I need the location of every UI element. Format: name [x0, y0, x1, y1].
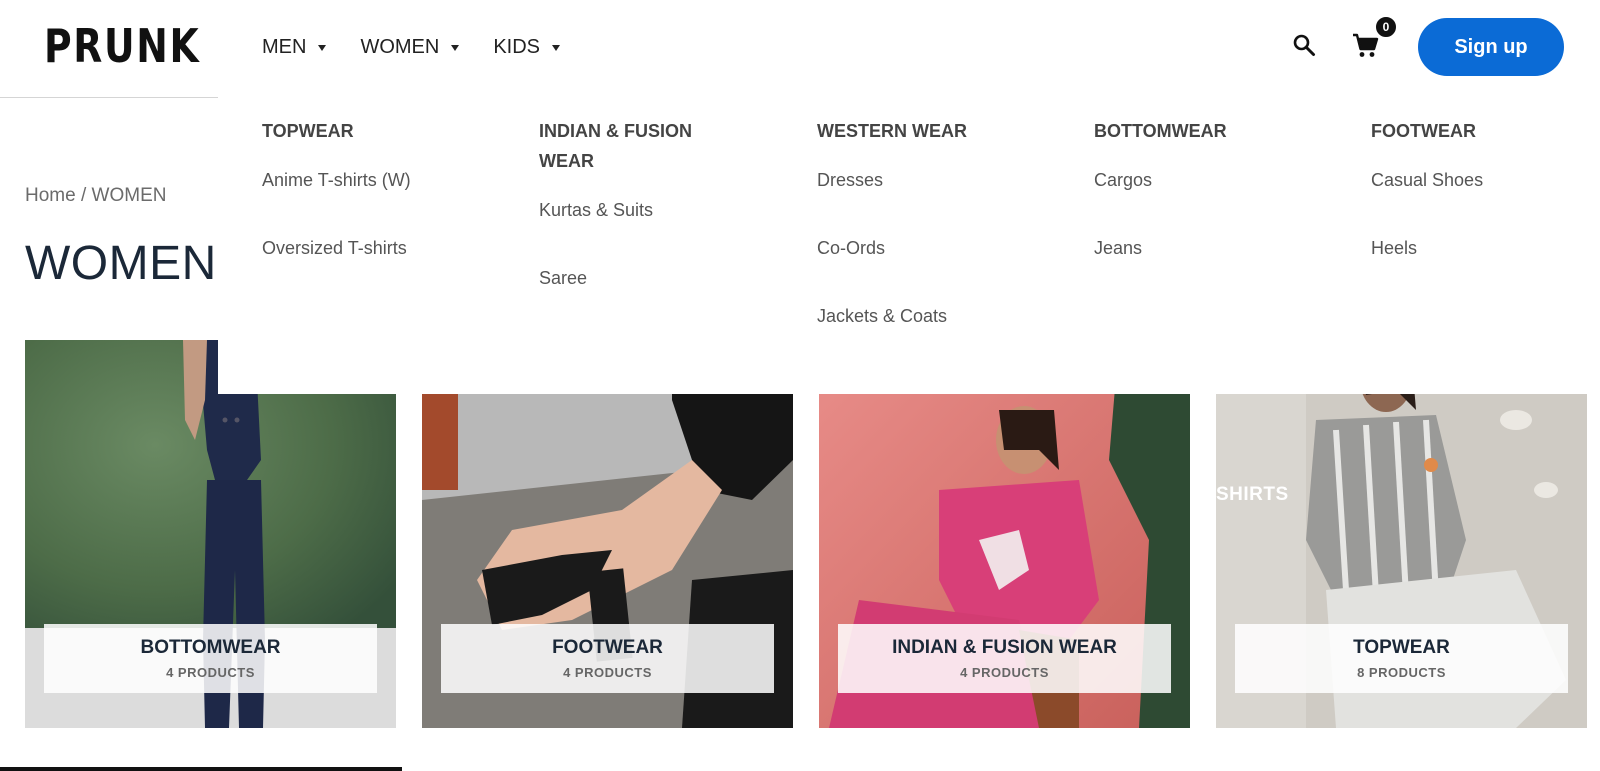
- category-grid: BOTTOMWEAR 4 PRODUCTS FOOTWEAR 4 PRODUCT…: [25, 340, 1587, 728]
- shirts-overlay-text: SHIRTS: [1216, 484, 1289, 505]
- nav-item-women[interactable]: WOMEN: [360, 36, 460, 59]
- nav-label: WOMEN: [360, 36, 440, 58]
- mega-column-heading[interactable]: TOPWEAR: [262, 116, 502, 146]
- category-title: TOPWEAR: [1353, 637, 1450, 658]
- search-icon[interactable]: [1292, 33, 1316, 57]
- category-title: BOTTOMWEAR: [140, 637, 281, 658]
- logo-text: PRUNK: [44, 19, 201, 73]
- mega-column-heading[interactable]: BOTTOMWEAR: [1094, 116, 1334, 146]
- category-label: INDIAN & FUSION WEAR 4 PRODUCTS: [838, 624, 1171, 693]
- category-label: BOTTOMWEAR 4 PRODUCTS: [44, 624, 377, 693]
- mega-link[interactable]: Anime T-shirts (W): [262, 170, 502, 191]
- main-nav: MEN WOMEN KIDS: [262, 36, 594, 59]
- page-title: WOMEN: [25, 237, 217, 290]
- mega-link[interactable]: Cargos: [1094, 170, 1334, 191]
- header-divider: [0, 97, 218, 98]
- mega-column-topwear: TOPWEAR Anime T-shirts (W) Oversized T-s…: [262, 116, 502, 259]
- breadcrumb-current: WOMEN: [91, 185, 167, 206]
- cart-count-badge: 0: [1374, 15, 1398, 39]
- category-card-footwear[interactable]: FOOTWEAR 4 PRODUCTS: [422, 340, 793, 728]
- nav-item-men[interactable]: MEN: [262, 36, 327, 59]
- category-count: 4 PRODUCTS: [563, 665, 652, 680]
- women-mega-menu: TOPWEAR Anime T-shirts (W) Oversized T-s…: [218, 98, 1600, 394]
- mega-column-footwear: FOOTWEAR Casual Shoes Heels: [1371, 116, 1600, 259]
- mega-link[interactable]: Kurtas & Suits: [539, 200, 739, 221]
- cart-icon[interactable]: [1352, 33, 1380, 59]
- mega-column-western-wear: WESTERN WEAR Dresses Co-Ords Jackets & C…: [817, 116, 1057, 327]
- mega-column-heading[interactable]: FOOTWEAR: [1371, 116, 1600, 146]
- category-title: FOOTWEAR: [552, 637, 663, 658]
- category-title: INDIAN & FUSION WEAR: [892, 637, 1117, 658]
- mega-column-bottomwear: BOTTOMWEAR Cargos Jeans: [1094, 116, 1334, 259]
- breadcrumb-home[interactable]: Home: [25, 185, 76, 206]
- mega-link[interactable]: Heels: [1371, 238, 1600, 259]
- nav-label: MEN: [262, 36, 307, 58]
- caret-down-icon: [318, 44, 327, 51]
- nav-label: KIDS: [493, 36, 541, 58]
- mega-link[interactable]: Dresses: [817, 170, 1057, 191]
- category-card-indian-fusion-wear[interactable]: INDIAN & FUSION WEAR 4 PRODUCTS: [819, 340, 1190, 728]
- nav-item-kids[interactable]: KIDS: [493, 36, 561, 59]
- category-card-bottomwear[interactable]: BOTTOMWEAR 4 PRODUCTS: [25, 340, 396, 728]
- category-count: 4 PRODUCTS: [960, 665, 1049, 680]
- mega-column-heading[interactable]: WESTERN WEAR: [817, 116, 1057, 146]
- mega-link[interactable]: Co-Ords: [817, 238, 1057, 259]
- page: PRUNK MEN WOMEN KIDS 0 Sign up Home / WO…: [0, 0, 1600, 771]
- mega-link[interactable]: Jeans: [1094, 238, 1334, 259]
- mega-link[interactable]: Oversized T-shirts: [262, 238, 502, 259]
- mega-column-indian-fusion-wear: INDIAN & FUSION WEAR Kurtas & Suits Sare…: [539, 116, 739, 289]
- breadcrumb-separator: /: [75, 185, 92, 206]
- brand-logo[interactable]: PRUNK: [44, 22, 235, 70]
- caret-down-icon: [451, 44, 460, 51]
- breadcrumb: Home / WOMEN: [25, 185, 166, 207]
- mega-link[interactable]: Casual Shoes: [1371, 170, 1600, 191]
- mega-column-heading[interactable]: INDIAN & FUSION WEAR: [539, 116, 739, 176]
- category-count: 8 PRODUCTS: [1357, 665, 1446, 680]
- category-label: FOOTWEAR 4 PRODUCTS: [441, 624, 774, 693]
- mega-link[interactable]: Jackets & Coats: [817, 306, 1057, 327]
- mega-link[interactable]: Saree: [539, 268, 739, 289]
- category-label: TOPWEAR 8 PRODUCTS: [1235, 624, 1568, 693]
- caret-down-icon: [552, 44, 561, 51]
- signup-button[interactable]: Sign up: [1418, 18, 1564, 76]
- bottom-divider: [0, 767, 402, 771]
- category-count: 4 PRODUCTS: [166, 665, 255, 680]
- category-card-topwear[interactable]: SHIRTS TOPWEAR 8 PRODUCTS: [1216, 340, 1587, 728]
- site-header: PRUNK MEN WOMEN KIDS 0 Sign up: [0, 0, 1600, 98]
